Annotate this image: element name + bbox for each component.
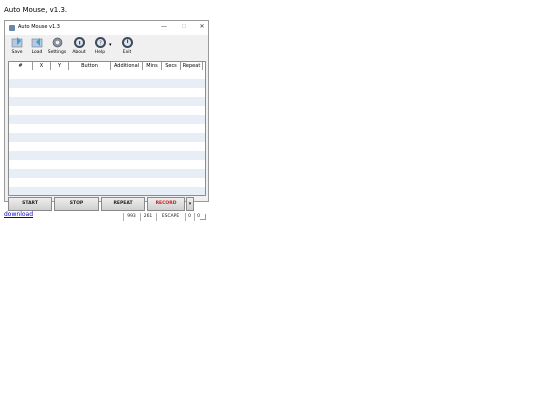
status-x: 993 bbox=[123, 213, 139, 221]
status-key: ESCAPE bbox=[156, 213, 184, 221]
stop-button[interactable]: STOP bbox=[54, 197, 99, 211]
load-button[interactable]: Load bbox=[27, 36, 47, 58]
about-label: About bbox=[72, 50, 86, 55]
col-mins-header[interactable]: Mins bbox=[143, 62, 162, 70]
table-row[interactable] bbox=[9, 124, 205, 133]
help-button[interactable]: ? Help bbox=[90, 36, 110, 58]
table-row[interactable] bbox=[9, 133, 205, 142]
settings-button[interactable]: Settings bbox=[47, 36, 67, 58]
table-row[interactable] bbox=[9, 178, 205, 187]
table-row[interactable] bbox=[9, 187, 205, 195]
col-x-header[interactable]: X bbox=[33, 62, 51, 70]
status-bar: 993 261 ESCAPE 0 0 bbox=[5, 213, 208, 221]
col-y-header[interactable]: Y bbox=[51, 62, 69, 70]
status-field-4: 0 bbox=[185, 213, 193, 221]
settings-icon bbox=[52, 37, 62, 48]
table-row[interactable] bbox=[9, 160, 205, 169]
col-secs-header[interactable]: Secs bbox=[162, 62, 181, 70]
page-heading: Auto Mouse, v1.3. bbox=[4, 6, 68, 14]
table-row[interactable] bbox=[9, 79, 205, 88]
window-title: Auto Mouse v1.3 bbox=[18, 24, 60, 30]
power-icon bbox=[121, 37, 133, 48]
col-button-header[interactable]: Button bbox=[69, 62, 111, 70]
resize-grip-icon[interactable] bbox=[200, 214, 206, 220]
help-label: Help bbox=[94, 50, 106, 55]
status-y: 261 bbox=[140, 213, 155, 221]
table-row[interactable] bbox=[9, 97, 205, 106]
about-icon bbox=[73, 37, 85, 48]
app-icon bbox=[9, 25, 15, 31]
title-bar: Auto Mouse v1.3 — ☐ ✕ bbox=[5, 21, 208, 35]
record-button[interactable]: RECORD bbox=[147, 197, 185, 211]
minimize-button[interactable]: — bbox=[158, 23, 170, 30]
table-row[interactable] bbox=[9, 88, 205, 97]
svg-text:?: ? bbox=[99, 40, 102, 46]
close-button[interactable]: ✕ bbox=[196, 23, 208, 30]
table-row[interactable] bbox=[9, 115, 205, 124]
settings-label: Settings bbox=[47, 50, 67, 55]
about-button[interactable]: About bbox=[69, 36, 89, 58]
repeat-button[interactable]: REPEAT bbox=[101, 197, 145, 211]
table-body bbox=[9, 70, 205, 195]
record-dropdown-button[interactable]: ▾ bbox=[186, 197, 194, 211]
start-button[interactable]: START bbox=[8, 197, 52, 211]
actions-table[interactable]: # X Y Button Additional Mins Secs Repeat bbox=[8, 61, 206, 196]
table-row[interactable] bbox=[9, 142, 205, 151]
save-button[interactable]: Save bbox=[7, 36, 27, 58]
load-icon bbox=[31, 38, 42, 48]
exit-label: Exit bbox=[122, 50, 132, 55]
col-repeat-header[interactable]: Repeat bbox=[181, 62, 203, 70]
exit-button[interactable]: Exit bbox=[117, 36, 137, 58]
table-row[interactable] bbox=[9, 70, 205, 79]
table-row[interactable] bbox=[9, 169, 205, 178]
table-row[interactable] bbox=[9, 151, 205, 160]
auto-mouse-window: Auto Mouse v1.3 — ☐ ✕ Save Load Settings bbox=[4, 20, 209, 221]
help-icon: ? bbox=[94, 37, 106, 48]
help-dropdown-icon[interactable]: ▾ bbox=[109, 42, 112, 48]
toolbar: Save Load Settings About ? Help ▾ Exit bbox=[5, 35, 208, 59]
col-index-header[interactable]: # bbox=[9, 62, 33, 70]
download-link[interactable]: download bbox=[4, 211, 33, 218]
save-icon bbox=[11, 37, 22, 48]
maximize-button[interactable]: ☐ bbox=[178, 24, 190, 30]
load-label: Load bbox=[31, 50, 43, 55]
col-additional-header[interactable]: Additional bbox=[111, 62, 143, 70]
save-label: Save bbox=[11, 50, 23, 55]
table-row[interactable] bbox=[9, 106, 205, 115]
